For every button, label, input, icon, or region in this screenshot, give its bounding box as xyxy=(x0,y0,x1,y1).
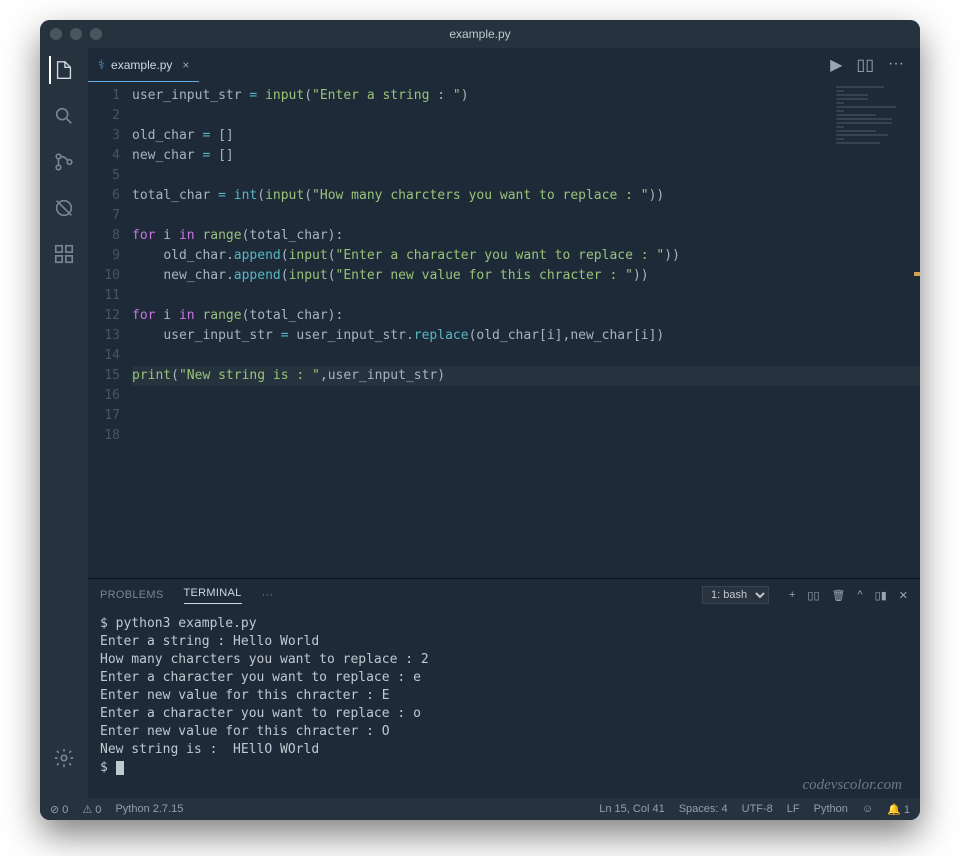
run-icon[interactable]: ▶ xyxy=(830,55,842,75)
status-language[interactable]: Python xyxy=(814,803,848,815)
line-gutter: 123456789101112131415161718 xyxy=(88,82,132,578)
status-bar: ⊘ 0 ⚠ 0 Python 2.7.15 Ln 15, Col 41 Spac… xyxy=(40,798,920,820)
minimap[interactable] xyxy=(836,86,916,166)
panel-tab-terminal[interactable]: TERMINAL xyxy=(184,587,242,604)
status-python-version[interactable]: Python 2.7.15 xyxy=(115,803,183,815)
editor-window: example.py ⚕ example.py × ▶ xyxy=(40,20,920,820)
window-title: example.py xyxy=(449,27,510,41)
tabs-row: ⚕ example.py × ▶ ▯▯ ··· xyxy=(88,48,920,82)
python-file-icon: ⚕ xyxy=(98,57,105,73)
terminal-output[interactable]: $ python3 example.pyEnter a string : Hel… xyxy=(88,611,920,798)
panel-tabs: PROBLEMS TERMINAL ··· 1: bash + ▯▯ 🗑 ^ ▯… xyxy=(88,579,920,611)
terminal-select[interactable]: 1: bash xyxy=(702,586,769,604)
add-terminal-icon[interactable]: + xyxy=(789,589,795,601)
minimize-dot[interactable] xyxy=(70,28,82,40)
panel-controls: + ▯▯ 🗑 ^ ▯▮ ✕ xyxy=(789,589,908,602)
status-warnings[interactable]: ⚠ 0 xyxy=(82,803,101,816)
status-encoding[interactable]: UTF-8 xyxy=(742,803,773,815)
status-indentation[interactable]: Spaces: 4 xyxy=(679,803,728,815)
status-cursor-position[interactable]: Ln 15, Col 41 xyxy=(599,803,664,815)
search-icon[interactable] xyxy=(50,102,78,130)
bottom-panel: PROBLEMS TERMINAL ··· 1: bash + ▯▯ 🗑 ^ ▯… xyxy=(88,578,920,798)
status-feedback-icon[interactable]: ☺ xyxy=(862,803,873,815)
status-errors[interactable]: ⊘ 0 xyxy=(50,803,68,816)
settings-gear-icon[interactable] xyxy=(50,744,78,772)
traffic-lights xyxy=(50,28,102,40)
scm-icon[interactable] xyxy=(50,148,78,176)
status-eol[interactable]: LF xyxy=(787,803,800,815)
editor-area: ⚕ example.py × ▶ ▯▯ ··· 1234567891011121… xyxy=(88,48,920,798)
panel-tab-problems[interactable]: PROBLEMS xyxy=(100,589,164,601)
panel-layout-icon[interactable]: ▯▮ xyxy=(875,589,887,602)
more-actions-icon[interactable]: ··· xyxy=(888,55,904,75)
main-area: ⚕ example.py × ▶ ▯▯ ··· 1234567891011121… xyxy=(40,48,920,798)
tab-controls: ▶ ▯▯ ··· xyxy=(830,55,912,75)
tab-close-icon[interactable]: × xyxy=(182,58,189,72)
tab-label: example.py xyxy=(111,58,172,72)
panel-tab-more[interactable]: ··· xyxy=(262,589,274,601)
close-panel-icon[interactable]: ✕ xyxy=(899,589,908,602)
code-editor[interactable]: 123456789101112131415161718 user_input_s… xyxy=(88,82,920,578)
trash-icon[interactable]: 🗑 xyxy=(832,589,846,602)
split-terminal-icon[interactable]: ▯▯ xyxy=(807,589,819,602)
status-notifications-icon[interactable]: 🔔 1 xyxy=(887,803,910,816)
titlebar: example.py xyxy=(40,20,920,48)
zoom-dot[interactable] xyxy=(90,28,102,40)
scroll-marker xyxy=(914,272,920,276)
watermark: codevscolor.com xyxy=(802,777,902,794)
activity-bar xyxy=(40,48,88,798)
close-dot[interactable] xyxy=(50,28,62,40)
tab-example-py[interactable]: ⚕ example.py × xyxy=(88,48,199,82)
code-content[interactable]: user_input_str = input("Enter a string :… xyxy=(132,82,920,578)
debug-icon[interactable] xyxy=(50,194,78,222)
explorer-icon[interactable] xyxy=(49,56,77,84)
extensions-icon[interactable] xyxy=(50,240,78,268)
split-editor-icon[interactable]: ▯▯ xyxy=(856,55,874,75)
chevron-up-icon[interactable]: ^ xyxy=(858,589,863,601)
